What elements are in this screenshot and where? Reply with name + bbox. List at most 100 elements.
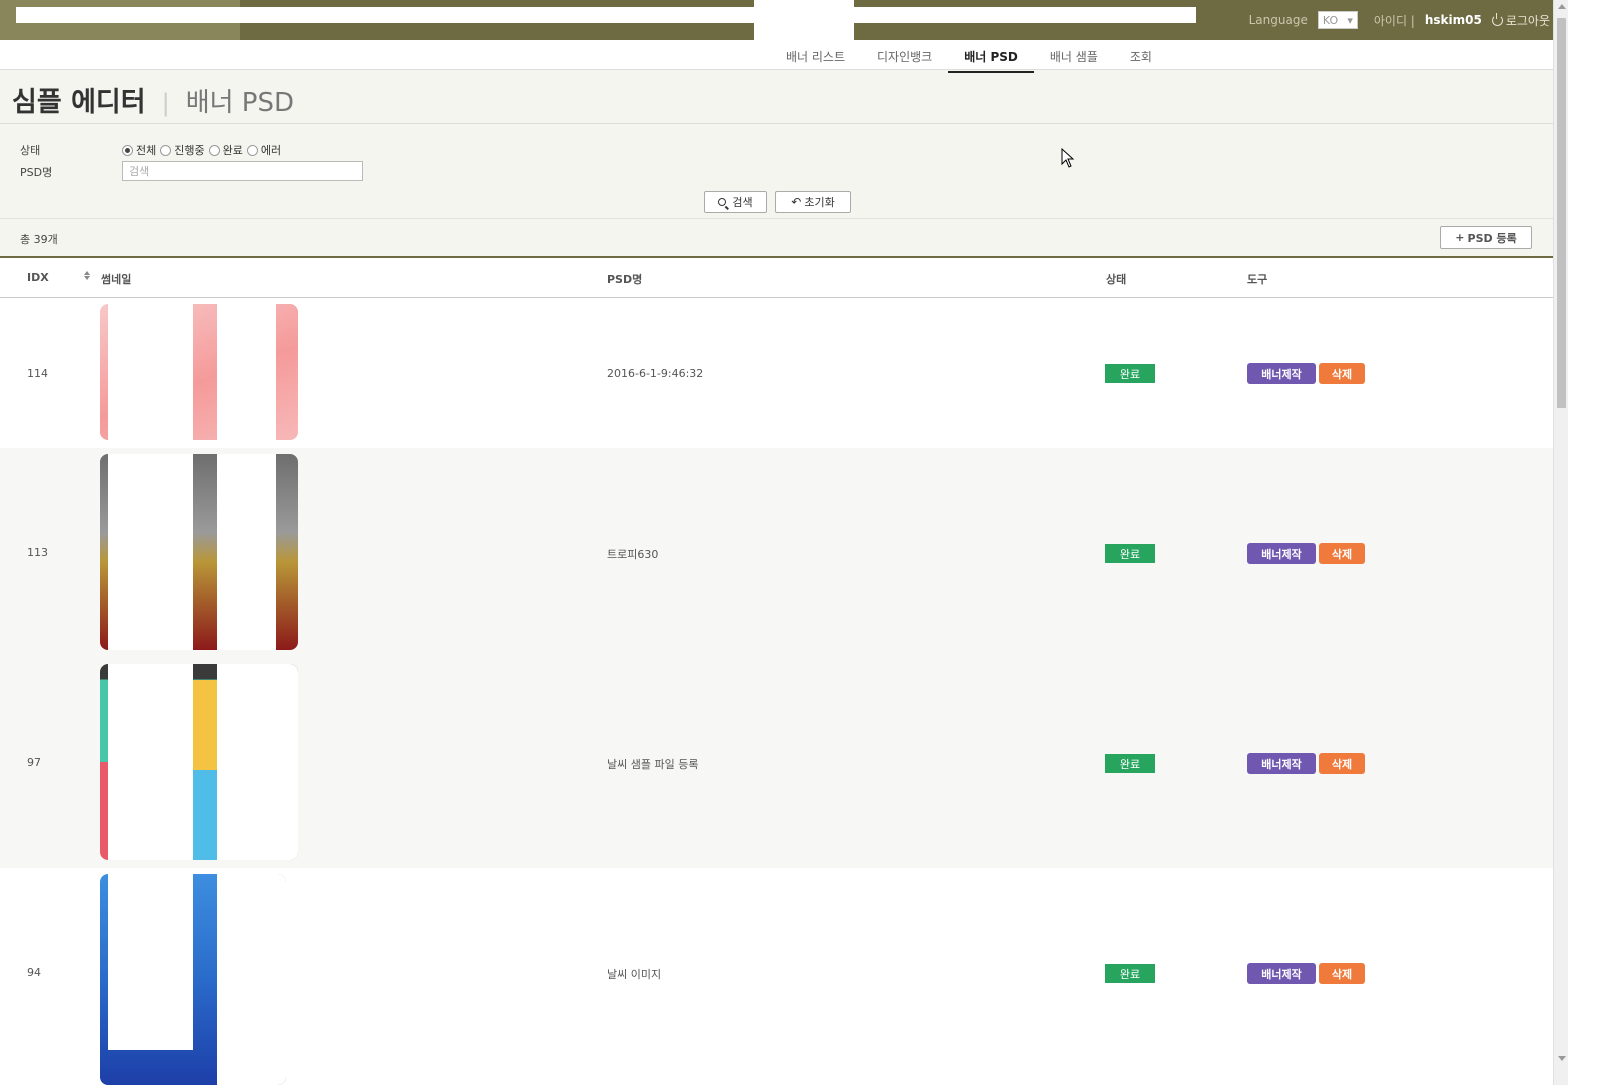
radio-label: 진행중 bbox=[174, 144, 205, 157]
sort-icon[interactable] bbox=[84, 271, 90, 281]
status-filter-label: 상태 bbox=[20, 144, 41, 157]
scroll-up-icon[interactable] bbox=[1558, 4, 1566, 9]
search-icon bbox=[718, 198, 727, 206]
sub-navigation: 배너 리스트 디자인뱅크 배너 PSD 배너 샘플 조회 bbox=[0, 40, 1580, 73]
language-value: KO bbox=[1322, 13, 1339, 27]
status-radio-done[interactable]: 완료 bbox=[208, 142, 243, 158]
language-label: Language bbox=[1248, 13, 1308, 27]
sub-nav-list: 배너 리스트 디자인뱅크 배너 PSD 배너 샘플 조회 bbox=[770, 40, 1168, 73]
psd-name-label: PSD명 bbox=[20, 166, 53, 179]
row-idx: 97 bbox=[27, 756, 41, 769]
plus-icon: + bbox=[1455, 231, 1465, 244]
status-radio-error[interactable]: 에러 bbox=[246, 142, 282, 158]
thumbnail-redaction bbox=[217, 874, 286, 1085]
radio-checked-icon bbox=[122, 144, 133, 156]
table-row: 97 날씨 샘플 파일 등록 완료 배너제작 삭제 bbox=[0, 658, 1553, 868]
scrollbar-thumb[interactable] bbox=[1557, 18, 1566, 408]
status-radio-all[interactable]: 전체 bbox=[122, 142, 156, 158]
tab-banner-list[interactable]: 배너 리스트 bbox=[770, 40, 861, 73]
row-idx: 113 bbox=[27, 546, 48, 559]
thumbnail-redaction bbox=[108, 454, 193, 650]
thumbnail-detail bbox=[193, 680, 217, 770]
row-idx: 94 bbox=[27, 966, 41, 979]
delete-button[interactable]: 삭제 bbox=[1319, 963, 1365, 984]
thumbnail-detail bbox=[193, 770, 217, 860]
window-margin bbox=[1568, 0, 1598, 1085]
tab-design-bank[interactable]: 디자인뱅크 bbox=[861, 40, 948, 73]
reset-button[interactable]: ↶ 초기화 bbox=[775, 191, 851, 213]
thumbnail-redaction bbox=[217, 664, 298, 860]
thumbnail-image[interactable] bbox=[100, 304, 298, 440]
chevron-down-icon: ▾ bbox=[1347, 13, 1353, 27]
table-header: IDX 썸네일 PSD명 상태 도구 bbox=[0, 258, 1580, 298]
make-banner-button[interactable]: 배너제작 bbox=[1247, 963, 1316, 984]
mouse-cursor-icon bbox=[1061, 148, 1075, 168]
psd-register-label: PSD 등록 bbox=[1467, 231, 1517, 245]
tab-lookup[interactable]: 조회 bbox=[1114, 40, 1168, 73]
thumbnail-redaction bbox=[217, 454, 276, 650]
delete-button[interactable]: 삭제 bbox=[1319, 363, 1365, 384]
make-banner-button[interactable]: 배너제작 bbox=[1247, 753, 1316, 774]
make-banner-button[interactable]: 배너제작 bbox=[1247, 363, 1316, 384]
reset-button-label: 초기화 bbox=[804, 196, 835, 209]
undo-icon: ↶ bbox=[791, 195, 802, 209]
row-psd-name: 2016-6-1-9:46:32 bbox=[607, 367, 704, 380]
psd-search-input[interactable] bbox=[122, 161, 363, 181]
column-thumbnail: 썸네일 bbox=[101, 273, 132, 286]
thumbnail-image[interactable] bbox=[100, 454, 298, 650]
row-psd-name: 날씨 이미지 bbox=[607, 968, 662, 981]
total-count: 총 39개 bbox=[20, 233, 58, 246]
radio-icon bbox=[246, 144, 258, 156]
status-radio-in-progress[interactable]: 진행중 bbox=[160, 142, 205, 158]
status-radio-group: 전체 진행중 완료 에러 bbox=[122, 142, 285, 158]
logout-link[interactable]: 로그아웃 bbox=[1491, 12, 1550, 29]
vertical-scrollbar[interactable] bbox=[1553, 0, 1568, 1085]
divider bbox=[0, 123, 1580, 124]
scroll-down-icon[interactable] bbox=[1558, 1056, 1566, 1061]
user-id: hskim05 bbox=[1424, 13, 1482, 27]
delete-button[interactable]: 삭제 bbox=[1319, 543, 1365, 564]
search-button[interactable]: 검색 bbox=[704, 191, 767, 213]
thumbnail-image[interactable] bbox=[100, 664, 298, 860]
row-psd-name: 날씨 샘플 파일 등록 bbox=[607, 758, 699, 771]
column-idx[interactable]: IDX bbox=[27, 271, 49, 284]
page-title-sub: 배너 PSD bbox=[185, 88, 295, 118]
status-badge: 완료 bbox=[1105, 544, 1155, 563]
id-label: 아이디 | bbox=[1373, 13, 1415, 28]
status-badge: 완료 bbox=[1105, 364, 1155, 383]
language-select[interactable]: KO ▾ bbox=[1317, 11, 1358, 29]
top-navigation-bar: Language KO ▾ 아이디 | hskim05 로그아웃 bbox=[0, 0, 1580, 40]
row-idx: 114 bbox=[27, 367, 48, 380]
column-psd-name: PSD명 bbox=[607, 273, 643, 286]
tab-banner-sample[interactable]: 배너 샘플 bbox=[1034, 40, 1114, 73]
logout-label: 로그아웃 bbox=[1505, 13, 1550, 28]
thumbnail-image[interactable] bbox=[100, 874, 286, 1085]
row-psd-name: 트로피630 bbox=[607, 548, 659, 561]
title-separator: | bbox=[161, 89, 170, 117]
radio-label: 완료 bbox=[222, 144, 243, 157]
thumbnail-redaction bbox=[108, 874, 193, 1050]
page-title-main: 심플 에디터 bbox=[12, 87, 146, 118]
topbar-user-area: Language KO ▾ 아이디 | hskim05 로그아웃 bbox=[1249, 0, 1550, 40]
radio-label: 에러 bbox=[260, 144, 282, 157]
divider bbox=[0, 218, 1580, 219]
page-title: 심플 에디터 | 배너 PSD bbox=[12, 80, 294, 119]
thumbnail-redaction bbox=[217, 304, 276, 440]
table-row: 94 날씨 이미지 완료 배너제작 삭제 bbox=[0, 868, 1553, 1085]
main-nav-redacted bbox=[16, 7, 1196, 23]
status-badge: 완료 bbox=[1105, 964, 1155, 983]
status-badge: 완료 bbox=[1105, 754, 1155, 773]
table-row: 113 트로피630 완료 배너제작 삭제 bbox=[0, 448, 1553, 658]
thumbnail-redaction bbox=[108, 664, 193, 860]
tab-banner-psd[interactable]: 배너 PSD bbox=[948, 40, 1034, 73]
radio-icon bbox=[160, 144, 172, 156]
table-row: 114 2016-6-1-9:46:32 완료 배너제작 삭제 bbox=[0, 298, 1553, 448]
radio-label: 전체 bbox=[136, 144, 157, 157]
make-banner-button[interactable]: 배너제작 bbox=[1247, 543, 1316, 564]
column-tools: 도구 bbox=[1247, 273, 1268, 286]
delete-button[interactable]: 삭제 bbox=[1319, 753, 1365, 774]
psd-register-button[interactable]: + PSD 등록 bbox=[1440, 226, 1532, 249]
search-button-label: 검색 bbox=[732, 196, 753, 209]
thumbnail-redaction bbox=[108, 304, 193, 440]
column-status: 상태 bbox=[1106, 273, 1127, 286]
